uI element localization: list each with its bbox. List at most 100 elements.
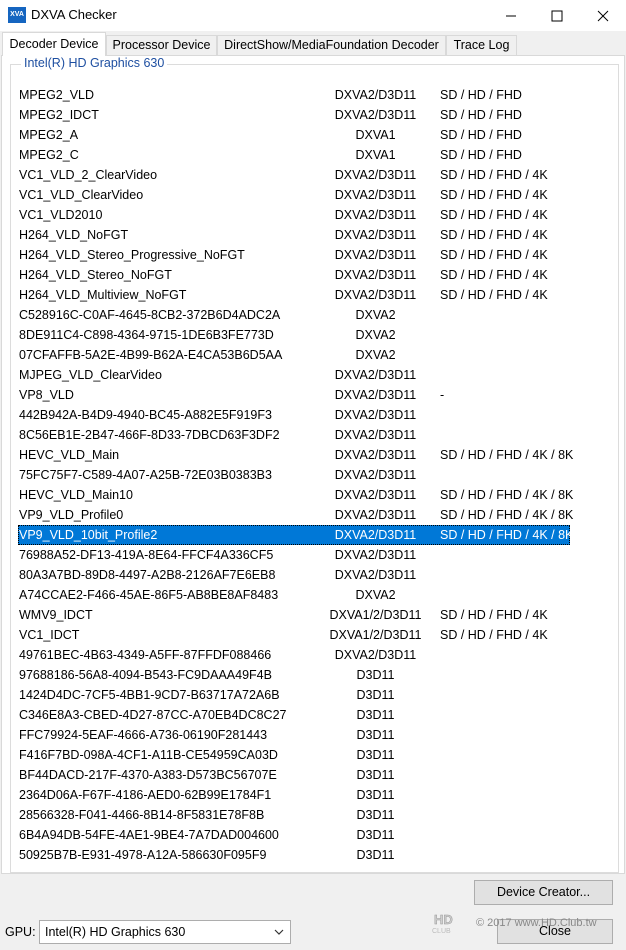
decoder-name: MPEG2_VLD	[19, 88, 95, 102]
decoder-api: DXVA2/D3D11	[334, 248, 417, 262]
decoder-row[interactable]: H264_VLD_Stereo_Progressive_NoFGT DXVA2/D…	[18, 245, 570, 265]
decoder-api: D3D11	[356, 728, 395, 742]
maximize-button[interactable]	[534, 0, 580, 31]
decoder-resolution: SD / HD / FHD / 4K	[440, 208, 548, 222]
decoder-api: D3D11	[356, 768, 395, 782]
decoder-row[interactable]: 8DE911C4-C898-4364-9715-1DE6B3FE773D DXVA…	[18, 325, 570, 345]
decoder-row[interactable]: 442B942A-B4D9-4940-BC45-A882E5F919F3 DXVA…	[18, 405, 570, 425]
decoder-row[interactable]: VC1_VLD2010 DXVA2/D3D11 SD / HD / FHD / 4K	[18, 205, 570, 225]
decoder-device-panel: Intel(R) HD Graphics 630 MPEG2_VLD DXVA2/…	[1, 55, 625, 874]
decoder-row[interactable]: VP9_VLD_10bit_Profile2 DXVA2/D3D11 SD / HD…	[18, 525, 574, 545]
decoder-row[interactable]: HEVC_VLD_Main DXVA2/D3D11 SD / HD / FHD / …	[18, 445, 574, 465]
decoder-api: D3D11	[356, 848, 395, 862]
close-window-button[interactable]	[580, 0, 626, 31]
decoder-row[interactable]: H264_VLD_Multiview_NoFGT DXVA2/D3D11 SD / …	[18, 285, 570, 305]
decoder-resolution: SD / HD / FHD / 4K / 8K	[440, 448, 574, 462]
decoder-resolution: SD / HD / FHD / 4K / 8K	[440, 508, 574, 522]
decoder-name: C528916C-C0AF-4645-8CB2-372B6D4ADC2A	[19, 308, 281, 322]
decoder-row[interactable]: C346E8A3-CBED-4D27-87CC-A70EB4DC8C27 D3D1…	[18, 705, 570, 725]
decoder-name: MPEG2_A	[19, 128, 79, 142]
decoder-resolution: SD / HD / FHD	[440, 88, 522, 102]
decoder-name: HEVC_VLD_Main10	[19, 488, 133, 502]
tab-decoder-device[interactable]: Decoder Device	[2, 32, 106, 56]
decoder-row[interactable]: VP8_VLD DXVA2/D3D11 -	[18, 385, 570, 405]
decoder-name: 1424D4DC-7CF5-4BB1-9CD7-B63717A72A6B	[19, 688, 280, 702]
decoder-resolution: SD / HD / FHD	[440, 148, 522, 162]
decoder-name: 2364D06A-F67F-4186-AED0-62B99E1784F1	[19, 788, 272, 802]
decoder-row[interactable]: 97688186-56A8-4094-B543-FC9DAAA49F4B D3D1…	[18, 665, 570, 685]
tab-directshow-mediafoundation-decoder[interactable]: DirectShow/MediaFoundation Decoder	[217, 35, 446, 55]
decoder-api: DXVA2/D3D11	[334, 528, 417, 542]
decoder-api: D3D11	[356, 828, 395, 842]
minimize-button[interactable]	[488, 0, 534, 31]
decoder-row[interactable]: C528916C-C0AF-4645-8CB2-372B6D4ADC2A DXVA…	[18, 305, 570, 325]
decoder-row[interactable]: 75FC75F7-C589-4A07-A25B-72E03B0383B3 DXVA…	[18, 465, 570, 485]
decoder-row[interactable]: 80A3A7BD-89D8-4497-A2B8-2126AF7E6EB8 DXVA…	[18, 565, 570, 585]
decoder-row[interactable]: BF44DACD-217F-4370-A383-D573BC56707E D3D1…	[18, 765, 570, 785]
decoder-row[interactable]: H264_VLD_Stereo_NoFGT DXVA2/D3D11 SD / HD …	[18, 265, 570, 285]
decoder-row[interactable]: F416F7BD-098A-4CF1-A11B-CE54959CA03D D3D1…	[18, 745, 570, 765]
decoder-row[interactable]: 2364D06A-F67F-4186-AED0-62B99E1784F1 D3D1…	[18, 785, 570, 805]
decoder-row[interactable]: MPEG2_A DXVA1 SD / HD / FHD	[18, 125, 570, 145]
decoder-row[interactable]: MPEG2_VLD DXVA2/D3D11 SD / HD / FHD	[18, 85, 570, 105]
decoder-row[interactable]: 50925B7B-E931-4978-A12A-586630F095F9 D3D1…	[18, 845, 570, 865]
decoder-row[interactable]: 8C56EB1E-2B47-466F-8D33-7DBCD63F3DF2 DXVA…	[18, 425, 570, 445]
decoder-name: VC1_VLD2010	[19, 208, 103, 222]
decoder-row[interactable]: 28566328-F041-4466-8B14-8F5831E78F8B D3D1…	[18, 805, 570, 825]
decoder-row[interactable]: H264_VLD_NoFGT DXVA2/D3D11 SD / HD / FHD /…	[18, 225, 570, 245]
decoder-name: 8C56EB1E-2B47-466F-8D33-7DBCD63F3DF2	[19, 428, 280, 442]
tab-processor-device[interactable]: Processor Device	[106, 35, 217, 55]
decoder-row[interactable]: 1424D4DC-7CF5-4BB1-9CD7-B63717A72A6B D3D1…	[18, 685, 570, 705]
decoder-row[interactable]: HEVC_VLD_Main10 DXVA2/D3D11 SD / HD / FHD …	[18, 485, 573, 505]
decoder-name: VC1_VLD_ClearVideo	[19, 188, 144, 202]
decoder-name: VC1_VLD_2_ClearVideo	[19, 168, 158, 182]
gpu-group-box: Intel(R) HD Graphics 630 MPEG2_VLD DXVA2/…	[10, 56, 619, 873]
decoder-list[interactable]: MPEG2_VLD DXVA2/D3D11 SD / HD / FHD MPEG2_I…	[18, 85, 574, 865]
decoder-row[interactable]: WMV9_IDCT DXVA1/2/D3D11 SD / HD / FHD / 4K	[18, 605, 570, 625]
decoder-row[interactable]: MJPEG_VLD_ClearVideo DXVA2/D3D11	[18, 365, 570, 385]
tab-trace-log[interactable]: Trace Log	[446, 35, 517, 55]
decoder-row[interactable]: 76988A52-DF13-419A-8E64-FFCF4A336CF5 DXVA…	[18, 545, 570, 565]
decoder-row[interactable]: VP9_VLD_Profile0 DXVA2/D3D11 SD / HD / FHD…	[18, 505, 574, 525]
decoder-row[interactable]: VC1_VLD_2_ClearVideo DXVA2/D3D11 SD / HD /…	[18, 165, 570, 185]
decoder-api: DXVA2/D3D11	[334, 188, 417, 202]
decoder-resolution: SD / HD / FHD / 4K	[440, 248, 548, 262]
decoder-resolution: SD / HD / FHD / 4K	[440, 628, 548, 642]
decoder-name: 75FC75F7-C589-4A07-A25B-72E03B0383B3	[19, 468, 272, 482]
decoder-resolution: SD / HD / FHD / 4K / 8K	[440, 528, 574, 542]
decoder-name: 49761BEC-4B63-4349-A5FF-87FFDF088466	[19, 648, 272, 662]
decoder-name: H264_VLD_Multiview_NoFGT	[19, 288, 187, 302]
decoder-resolution: SD / HD / FHD / 4K	[440, 288, 548, 302]
decoder-name: VP9_VLD_Profile0	[19, 508, 124, 522]
decoder-row[interactable]: VC1_VLD_ClearVideo DXVA2/D3D11 SD / HD / F…	[18, 185, 570, 205]
decoder-row[interactable]: 6B4A94DB-54FE-4AE1-9BE4-7A7DAD004600 D3D1…	[18, 825, 570, 845]
decoder-row[interactable]: FFC79924-5EAF-4666-A736-06190F281443 D3D1…	[18, 725, 570, 745]
decoder-api: D3D11	[356, 688, 395, 702]
tab-bar: Decoder Device Processor Device DirectSh…	[0, 31, 626, 56]
decoder-name: 80A3A7BD-89D8-4497-A2B8-2126AF7E6EB8	[19, 568, 276, 582]
decoder-name: 8DE911C4-C898-4364-9715-1DE6B3FE773D	[19, 328, 274, 342]
watermark-text: © 2017 www.HD.Club.tw	[476, 917, 597, 929]
decoder-api: DXVA2/D3D11	[334, 288, 417, 302]
decoder-api: D3D11	[356, 808, 395, 822]
decoder-api: DXVA2/D3D11	[334, 468, 417, 482]
decoder-api: DXVA2/D3D11	[334, 568, 417, 582]
decoder-name: VP8_VLD	[19, 388, 74, 402]
decoder-name: A74CCAE2-F466-45AE-86F5-AB8BE8AF8483	[19, 588, 279, 602]
decoder-name: VP9_VLD_10bit_Profile2	[19, 528, 158, 542]
decoder-row[interactable]: MPEG2_IDCT DXVA2/D3D11 SD / HD / FHD	[18, 105, 570, 125]
decoder-api: D3D11	[356, 788, 395, 802]
decoder-row[interactable]: MPEG2_C DXVA1 SD / HD / FHD	[18, 145, 570, 165]
decoder-row[interactable]: 07CFAFFB-5A2E-4B99-B62A-E4CA53B6D5AA DXVA…	[18, 345, 570, 365]
decoder-api: DXVA2	[355, 308, 396, 322]
decoder-name: 442B942A-B4D9-4940-BC45-A882E5F919F3	[19, 408, 272, 422]
decoder-row[interactable]: 49761BEC-4B63-4349-A5FF-87FFDF088466 DXVA…	[18, 645, 570, 665]
decoder-api: DXVA2/D3D11	[334, 428, 417, 442]
device-creator-button[interactable]: Device Creator...	[474, 880, 613, 905]
decoder-row[interactable]: A74CCAE2-F466-45AE-86F5-AB8BE8AF8483 DXVA…	[18, 585, 570, 605]
decoder-row[interactable]: VC1_IDCT DXVA1/2/D3D11 SD / HD / FHD / 4K	[18, 625, 570, 645]
watermark-logo: HD CLUB	[432, 912, 453, 934]
decoder-api: DXVA2/D3D11	[334, 408, 417, 422]
close-icon	[597, 10, 609, 21]
gpu-select[interactable]: Intel(R) HD Graphics 630	[39, 920, 291, 944]
